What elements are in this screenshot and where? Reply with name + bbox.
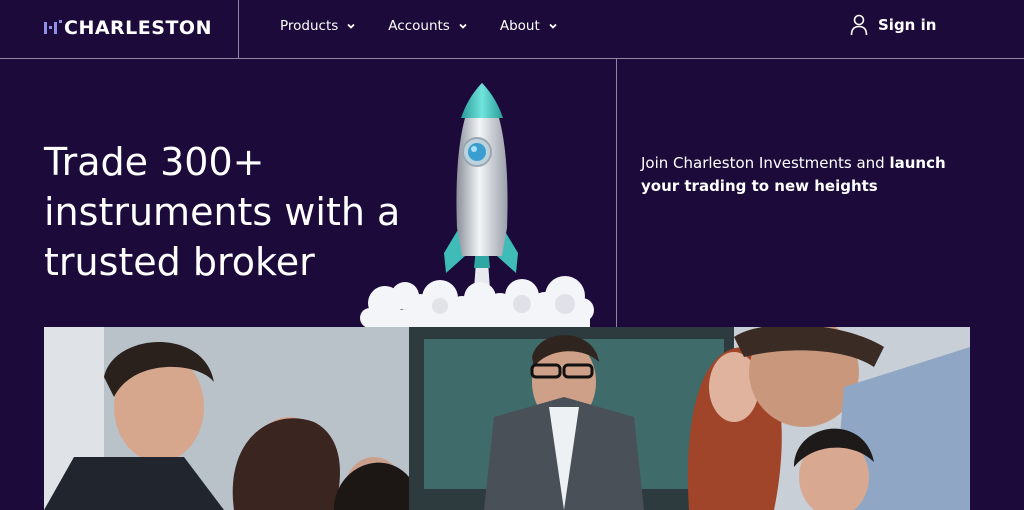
site-header: CHARLESTON Products Accounts About Sign … [0,0,1024,59]
chevron-down-icon [549,23,557,29]
main-nav: Products Accounts About [280,18,558,34]
signin-label: Sign in [878,16,937,34]
header-divider [238,0,239,58]
chevron-down-icon [459,23,467,29]
signin-button[interactable]: Sign in [850,14,936,36]
hero-tagline: Join Charleston Investments and launch y… [641,152,981,198]
nav-products-label: Products [280,18,339,34]
tagline-regular: Join Charleston Investments and [641,154,890,172]
nav-products[interactable]: Products [280,18,356,34]
chevron-down-icon [347,23,355,29]
logo[interactable]: CHARLESTON [44,13,212,43]
team-meeting-photo [44,327,970,510]
hero-divider [616,59,617,327]
nav-accounts-label: Accounts [388,18,450,34]
user-icon [850,14,868,36]
logo-text: CHARLESTON [64,17,212,39]
nav-about-label: About [499,18,540,34]
rocket-illustration [360,83,594,328]
nav-about[interactable]: About [500,18,558,34]
nav-accounts[interactable]: Accounts [388,18,468,34]
charleston-logo-icon [44,19,62,37]
